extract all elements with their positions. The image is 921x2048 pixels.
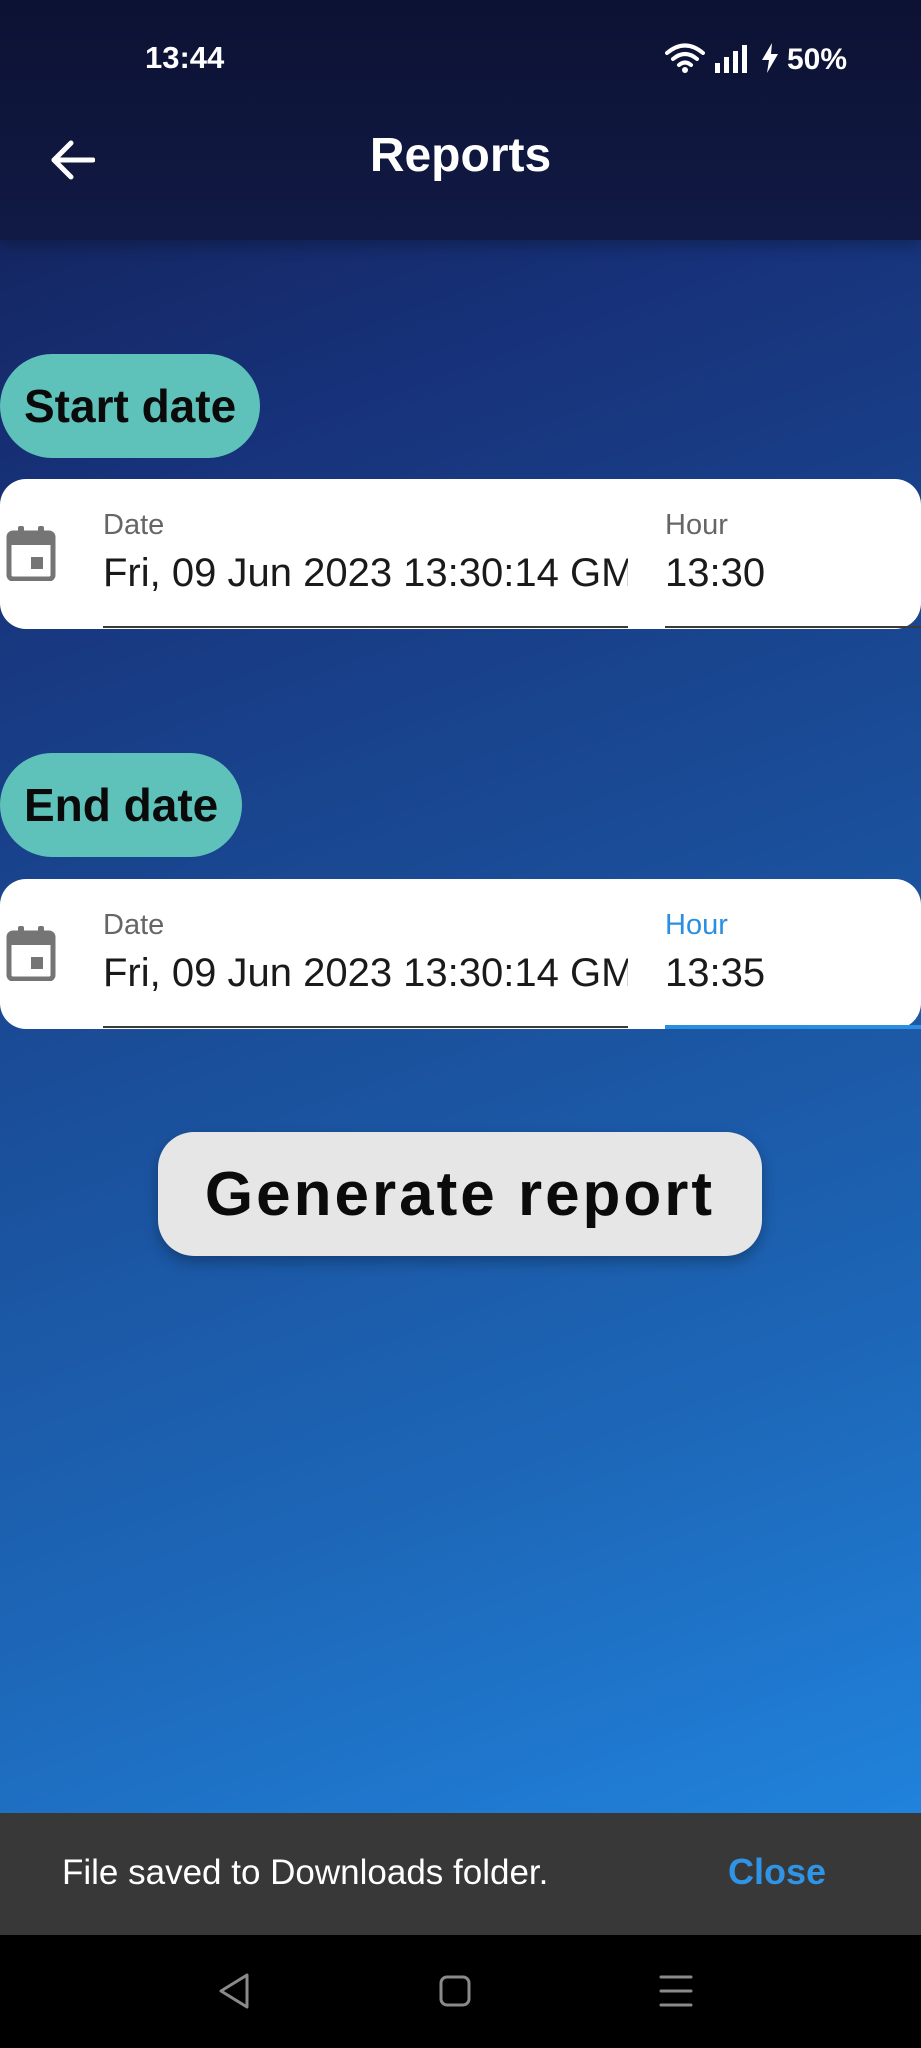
signal-icon [713, 43, 753, 78]
calendar-icon[interactable] [6, 925, 56, 982]
start-date-underline [103, 626, 628, 628]
end-date-input[interactable]: Fri, 09 Jun 2023 13:30:14 GMT [103, 951, 628, 996]
end-hour-underline [665, 1025, 921, 1029]
page-title: Reports [369, 129, 552, 182]
snackbar-message: File saved to Downloads folder. [62, 1853, 549, 1892]
snackbar: File saved to Downloads folder. Close [0, 1813, 921, 1935]
snackbar-close-button[interactable]: Close [728, 1851, 826, 1893]
nav-back-button[interactable] [212, 1971, 256, 2015]
end-date-label: End date [0, 753, 243, 857]
end-date-field-label: Date [103, 909, 165, 941]
status-time: 13:44 [145, 40, 225, 75]
end-date-card: Date Fri, 09 Jun 2023 13:30:14 GMT Hour … [0, 879, 921, 1029]
generate-report-button[interactable]: Generate report [158, 1132, 762, 1256]
start-date-field-label: Date [103, 509, 165, 541]
triangle-back-icon [217, 1972, 251, 2015]
start-hour-field-label: Hour [665, 509, 728, 541]
app-header: 13:44 50% Reports [0, 0, 921, 240]
nav-menu-button[interactable] [654, 1971, 698, 2015]
square-home-icon [438, 1974, 472, 2013]
reports-screen: 13:44 50% Reports Start date Date Fri, 0… [0, 0, 921, 2048]
start-hour-underline [665, 626, 921, 628]
nav-home-button[interactable] [433, 1971, 477, 2015]
calendar-icon[interactable] [6, 525, 56, 582]
start-date-card: Date Fri, 09 Jun 2023 13:30:14 GMT Hour … [0, 479, 921, 629]
system-nav-bar [0, 1935, 921, 2048]
end-date-underline [103, 1026, 628, 1028]
menu-lines-icon [659, 1973, 693, 2014]
status-icons: 50% [664, 40, 847, 80]
start-hour-input[interactable]: 13:30 [665, 551, 905, 596]
battery-percentage: 50% [786, 43, 847, 76]
start-date-input[interactable]: Fri, 09 Jun 2023 13:30:14 GMT [103, 551, 628, 596]
end-hour-input[interactable]: 13:35 [665, 951, 905, 996]
end-hour-field-label: Hour [665, 909, 728, 941]
charging-icon [761, 42, 779, 78]
start-date-label: Start date [0, 354, 261, 458]
wifi-icon [664, 42, 705, 79]
